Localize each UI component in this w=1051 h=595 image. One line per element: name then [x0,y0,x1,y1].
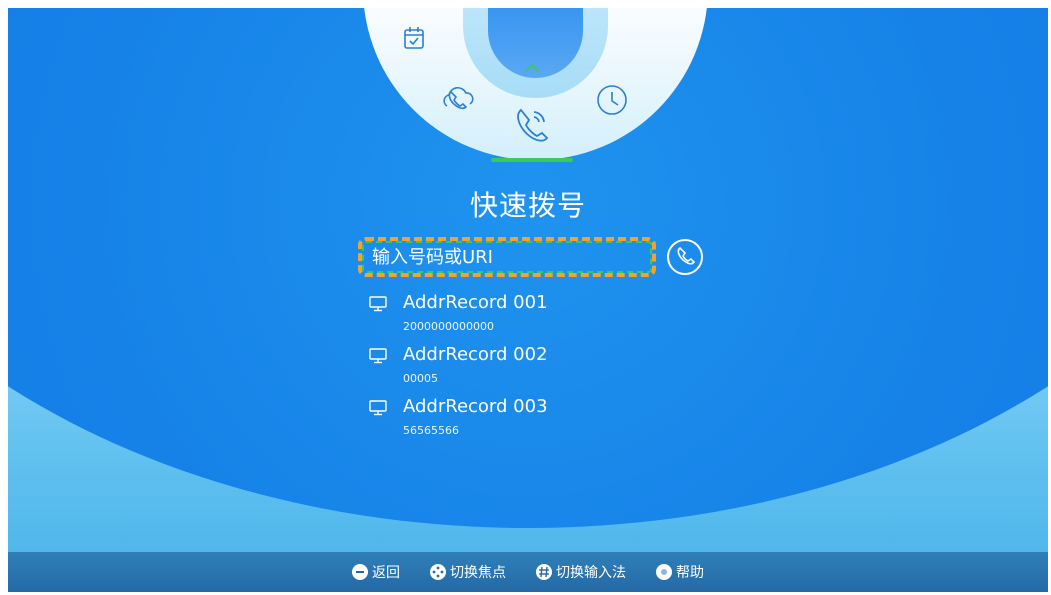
record-number: 2000000000000 [403,320,494,333]
monitor-icon [369,296,387,316]
monitor-icon [369,348,387,368]
hint-back[interactable]: 返回 [352,562,400,582]
minus-icon [352,564,368,580]
hint-help-label: 帮助 [676,565,704,581]
help-icon [656,564,672,580]
hint-help[interactable]: 帮助 [656,562,704,582]
hint-switch-input-label: 切换输入法 [556,565,626,581]
record-number: 00005 [403,372,438,385]
record-name: AddrRecord 003 [403,396,548,417]
chevron-up-icon[interactable] [523,58,541,77]
record-name: AddrRecord 001 [403,292,548,313]
page-title: 快速拨号 [469,189,586,222]
record-number: 56565566 [403,424,459,437]
active-tab-indicator [491,158,573,162]
phone-call-icon[interactable] [512,104,552,148]
hint-switch-focus[interactable]: 切换焦点 [430,562,506,582]
call-button[interactable] [667,239,703,275]
hash-icon [536,564,552,580]
clock-icon[interactable] [596,84,628,120]
screen: 快速拨号 AddrRecord 001 2000000000000 [8,8,1048,592]
phone-icon [675,245,696,269]
dial-number-input[interactable] [370,245,652,269]
hint-switch-focus-label: 切换焦点 [450,565,506,581]
hint-switch-input[interactable]: 切换输入法 [536,562,626,582]
dpad-icon [430,564,446,580]
dial-input-frame[interactable] [358,237,656,277]
footer-hint-bar: 返回 切换焦点 切换输入法 帮助 [8,552,1048,592]
hint-back-label: 返回 [372,565,400,581]
calendar-icon[interactable] [403,26,425,54]
cloud-phone-icon[interactable] [441,84,477,118]
monitor-icon [369,400,387,420]
record-name: AddrRecord 002 [403,344,548,365]
